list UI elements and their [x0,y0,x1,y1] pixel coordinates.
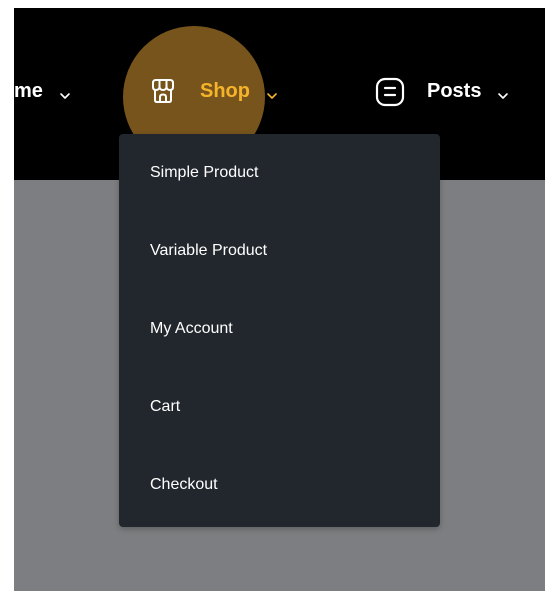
menu-item-checkout[interactable]: Checkout [150,470,218,500]
nav-item-label: Posts [427,79,482,102]
chevron-down-icon [497,85,509,99]
nav-item-posts[interactable]: Posts [373,68,509,114]
menu-item-variable-product[interactable]: Variable Product [150,236,267,266]
menu-item-simple-product[interactable]: Simple Product [150,158,259,188]
nav-item-shop[interactable]: Shop [146,68,278,114]
nav-item-home[interactable]: me [14,68,71,114]
chevron-down-icon [266,85,278,99]
menu-item-my-account[interactable]: My Account [150,314,233,344]
menu-item-cart[interactable]: Cart [150,392,180,422]
posts-icon [373,74,407,108]
nav-item-label: me [14,79,43,102]
chevron-down-icon [59,85,71,99]
store-icon [146,74,180,108]
nav-item-label: Shop [200,79,250,102]
page: me Shop Posts Simple Product Variable Pr… [0,0,545,591]
